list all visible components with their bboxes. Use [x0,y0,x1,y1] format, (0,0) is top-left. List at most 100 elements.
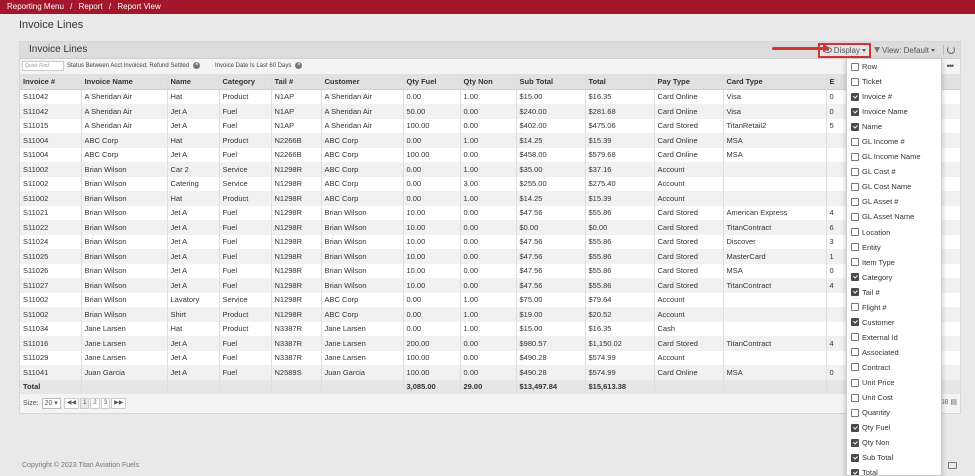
display-option[interactable]: Associated [847,345,941,360]
table-row[interactable]: S11025 Brian Wilson Jet A Fuel N1298R Brian W… [20,249,961,264]
last-page-button[interactable]: ▶▶ [111,397,127,409]
more-options-icon[interactable]: ••• [947,61,955,71]
refresh-icon[interactable] [947,46,955,54]
display-option[interactable]: GL Income Name [847,149,941,164]
checkbox-checked-icon[interactable] [851,92,859,101]
checkbox-unchecked-icon[interactable] [851,258,859,267]
checkbox-unchecked-icon[interactable] [851,303,859,312]
table-row[interactable]: S11022 Brian Wilson Jet A Fuel N1298R Brian W… [20,220,961,235]
checkbox-unchecked-icon[interactable] [851,243,859,252]
checkbox-unchecked-icon[interactable] [851,62,859,71]
column-header[interactable]: Name [167,74,220,90]
checkbox-checked-icon[interactable] [851,318,859,327]
checkbox-unchecked-icon[interactable] [851,333,859,342]
checkbox-checked-icon[interactable] [851,107,859,116]
page-1-button[interactable]: 1 [80,397,90,409]
page-3-button[interactable]: 3 [100,397,111,409]
table-row[interactable]: S11015 A Sheridan Air Jet A Fuel N1AP A Sheri… [20,118,961,133]
display-option[interactable]: Invoice # [847,89,941,104]
display-option[interactable]: Customer [847,315,941,330]
checkbox-checked-icon[interactable] [851,288,859,297]
table-row[interactable]: S11002 Brian Wilson Catering Service N1298R A… [20,176,961,191]
column-header[interactable]: Category [219,74,272,90]
table-row[interactable]: S11029 Jane Larsen Jet A Fuel N3387R Jane Lar… [20,350,961,365]
checkbox-unchecked-icon[interactable] [851,363,859,372]
display-option[interactable]: Qty Fuel [847,420,941,435]
column-header[interactable]: Customer [321,74,404,90]
checkbox-unchecked-icon[interactable] [851,212,859,221]
quick-find-input[interactable]: Quick Find [22,61,64,71]
checkbox-unchecked-icon[interactable] [851,197,859,206]
table-row[interactable]: S11004 ABC Corp Hat Product N2266B ABC Corp 0.… [20,133,961,148]
column-header[interactable]: Card Type [723,74,827,90]
table-row[interactable]: S11041 Juan Garcia Jet A Fuel N2589S Juan Gar… [20,365,961,380]
checkbox-unchecked-icon[interactable] [851,137,859,146]
table-row[interactable]: S11002 Brian Wilson Car 2 Service N1298R ABC … [20,162,961,177]
checkbox-checked-icon[interactable] [851,273,859,282]
column-header[interactable]: Total [585,74,655,90]
view-dropdown-button[interactable]: View: Default [874,46,935,55]
display-option[interactable]: Contract [847,360,941,375]
display-option[interactable]: Category [847,270,941,285]
display-option[interactable]: Entity [847,240,941,255]
table-row[interactable]: S11004 ABC Corp Jet A Fuel N2266B ABC Corp 100… [20,147,961,162]
checkbox-unchecked-icon[interactable] [851,152,859,161]
display-option[interactable]: GL Asset Name [847,209,941,224]
page-size-select[interactable]: 20 ▾ [41,397,61,409]
table-row[interactable]: S11042 A Sheridan Air Hat Product N1AP A Sher… [20,89,961,104]
print-icon[interactable] [948,462,957,469]
column-header[interactable]: Invoice # [20,74,82,90]
table-row[interactable]: S11002 Brian Wilson Lavatory Service N1298R A… [20,292,961,307]
checkbox-unchecked-icon[interactable] [851,77,859,86]
table-row[interactable]: S11016 Jane Larsen Jet A Fuel N3387R Jane Lar… [20,336,961,351]
checkbox-checked-icon[interactable] [851,423,859,432]
table-row[interactable]: S11002 Brian Wilson Hat Product N1298R ABC Co… [20,191,961,206]
checkbox-unchecked-icon[interactable] [851,182,859,191]
table-row[interactable]: S11042 A Sheridan Air Jet A Fuel N1AP A Sheri… [20,104,961,119]
checkbox-checked-icon[interactable] [851,438,859,447]
display-option[interactable]: Location [847,225,941,240]
checkbox-unchecked-icon[interactable] [851,228,859,237]
display-option[interactable]: External Id [847,330,941,345]
column-header[interactable]: Pay Type [654,74,724,90]
table-row[interactable]: S11027 Brian Wilson Jet A Fuel N1298R Brian W… [20,278,961,293]
table-row[interactable]: S11021 Brian Wilson Jet A Fuel N1298R Brian W… [20,205,961,220]
checkbox-checked-icon[interactable] [851,453,859,462]
display-option[interactable]: Tail # [847,285,941,300]
checkbox-unchecked-icon[interactable] [851,348,859,357]
display-option[interactable]: Flight # [847,300,941,315]
checkbox-checked-icon[interactable] [851,122,859,131]
display-option[interactable]: GL Cost # [847,164,941,179]
display-option[interactable]: Quantity [847,405,941,420]
display-option[interactable]: Unit Cost [847,390,941,405]
breadcrumb-reporting-menu[interactable]: Reporting Menu [7,2,64,11]
column-header[interactable]: Invoice Name [81,74,168,90]
first-page-button[interactable]: ◀◀ [63,397,80,409]
display-option[interactable]: Item Type [847,255,941,270]
display-option[interactable]: GL Income # [847,134,941,149]
table-row[interactable]: S11026 Brian Wilson Jet A Fuel N1298R Brian W… [20,263,961,278]
column-header[interactable]: Qty Non [460,74,517,90]
column-header[interactable]: Tail # [271,74,322,90]
display-option[interactable]: GL Asset # [847,194,941,209]
checkbox-unchecked-icon[interactable] [851,393,859,402]
display-option[interactable]: Sub Total [847,450,941,465]
display-option[interactable]: Name [847,119,941,134]
display-option[interactable]: Ticket [847,74,941,89]
page-2-button[interactable]: 2 [90,397,100,409]
table-row[interactable]: S11024 Brian Wilson Jet A Fuel N1298R Brian W… [20,234,961,249]
checkbox-unchecked-icon[interactable] [851,408,859,417]
display-option[interactable]: Unit Price [847,375,941,390]
table-row[interactable]: S11002 Brian Wilson Shirt Product N1298R ABC … [20,307,961,322]
display-option[interactable]: Row [847,59,941,74]
display-option[interactable]: Qty Non [847,435,941,450]
remove-filter-icon[interactable]: × [193,62,201,69]
remove-filter-icon[interactable]: × [295,62,303,69]
table-row[interactable]: S11034 Jane Larsen Hat Product N3387R Jane La… [20,321,961,336]
display-option[interactable]: Invoice Name [847,104,941,119]
checkbox-unchecked-icon[interactable] [851,167,859,176]
export-icon[interactable]: ▤ [950,399,957,406]
display-option[interactable]: Total [847,465,941,475]
column-header[interactable]: Sub Total [516,74,586,90]
checkbox-unchecked-icon[interactable] [851,378,859,387]
